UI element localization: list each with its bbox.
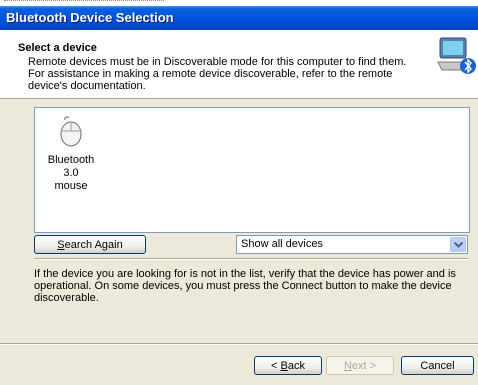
device-label: Bluetooth 3.0 mouse bbox=[41, 154, 101, 193]
mouse-icon bbox=[60, 116, 82, 147]
dialog-window: Bluetooth Device Selection Select a devi… bbox=[0, 6, 478, 385]
footer-divider bbox=[0, 343, 478, 345]
info-text-line: discoverable. bbox=[34, 292, 99, 304]
header-description-line: device's documentation. bbox=[28, 80, 146, 92]
info-text-line: operational. On some devices, you must p… bbox=[34, 280, 452, 292]
button-label-rest: earch Again bbox=[64, 239, 123, 251]
button-label-rest: ext > bbox=[351, 360, 377, 372]
device-item[interactable]: Bluetooth 3.0 mouse bbox=[41, 116, 101, 193]
cancel-button[interactable]: Cancel bbox=[401, 356, 474, 375]
content-divider bbox=[34, 258, 468, 260]
button-mnemonic: S bbox=[57, 239, 65, 251]
button-label-rest: ack bbox=[287, 360, 305, 372]
title-bar[interactable]: Bluetooth Device Selection bbox=[0, 6, 478, 30]
device-list[interactable]: Bluetooth 3.0 mouse bbox=[34, 107, 470, 233]
search-again-button[interactable]: Search Again bbox=[34, 235, 146, 254]
window-title: Bluetooth Device Selection bbox=[6, 10, 174, 25]
device-label-line: Bluetooth 3.0 bbox=[47, 154, 95, 179]
button-mnemonic: B bbox=[280, 360, 288, 372]
wizard-header: Select a device Remote devices must be i… bbox=[0, 30, 478, 99]
header-description: Remote devices must be in Discoverable m… bbox=[28, 56, 418, 92]
button-label-prefix: < bbox=[271, 360, 281, 372]
chevron-down-icon[interactable] bbox=[450, 237, 466, 252]
bluetooth-computer-icon bbox=[437, 37, 476, 74]
header-title: Select a device bbox=[18, 42, 97, 54]
background-divider bbox=[4, 0, 164, 3]
device-filter-select[interactable]: Show all devices bbox=[236, 235, 468, 254]
info-text-line: If the device you are looking for is not… bbox=[34, 268, 456, 280]
back-button[interactable]: < Back bbox=[254, 356, 322, 375]
device-label-line: mouse bbox=[54, 180, 88, 192]
header-description-line: Remote devices must be in Discoverable m… bbox=[28, 56, 407, 68]
info-text: If the device you are looking for is not… bbox=[34, 268, 470, 304]
device-filter-value: Show all devices bbox=[241, 238, 323, 250]
header-description-line: For assistance in making a remote device… bbox=[28, 68, 393, 80]
next-button[interactable]: Next > bbox=[326, 356, 394, 375]
button-mnemonic: N bbox=[343, 360, 352, 372]
